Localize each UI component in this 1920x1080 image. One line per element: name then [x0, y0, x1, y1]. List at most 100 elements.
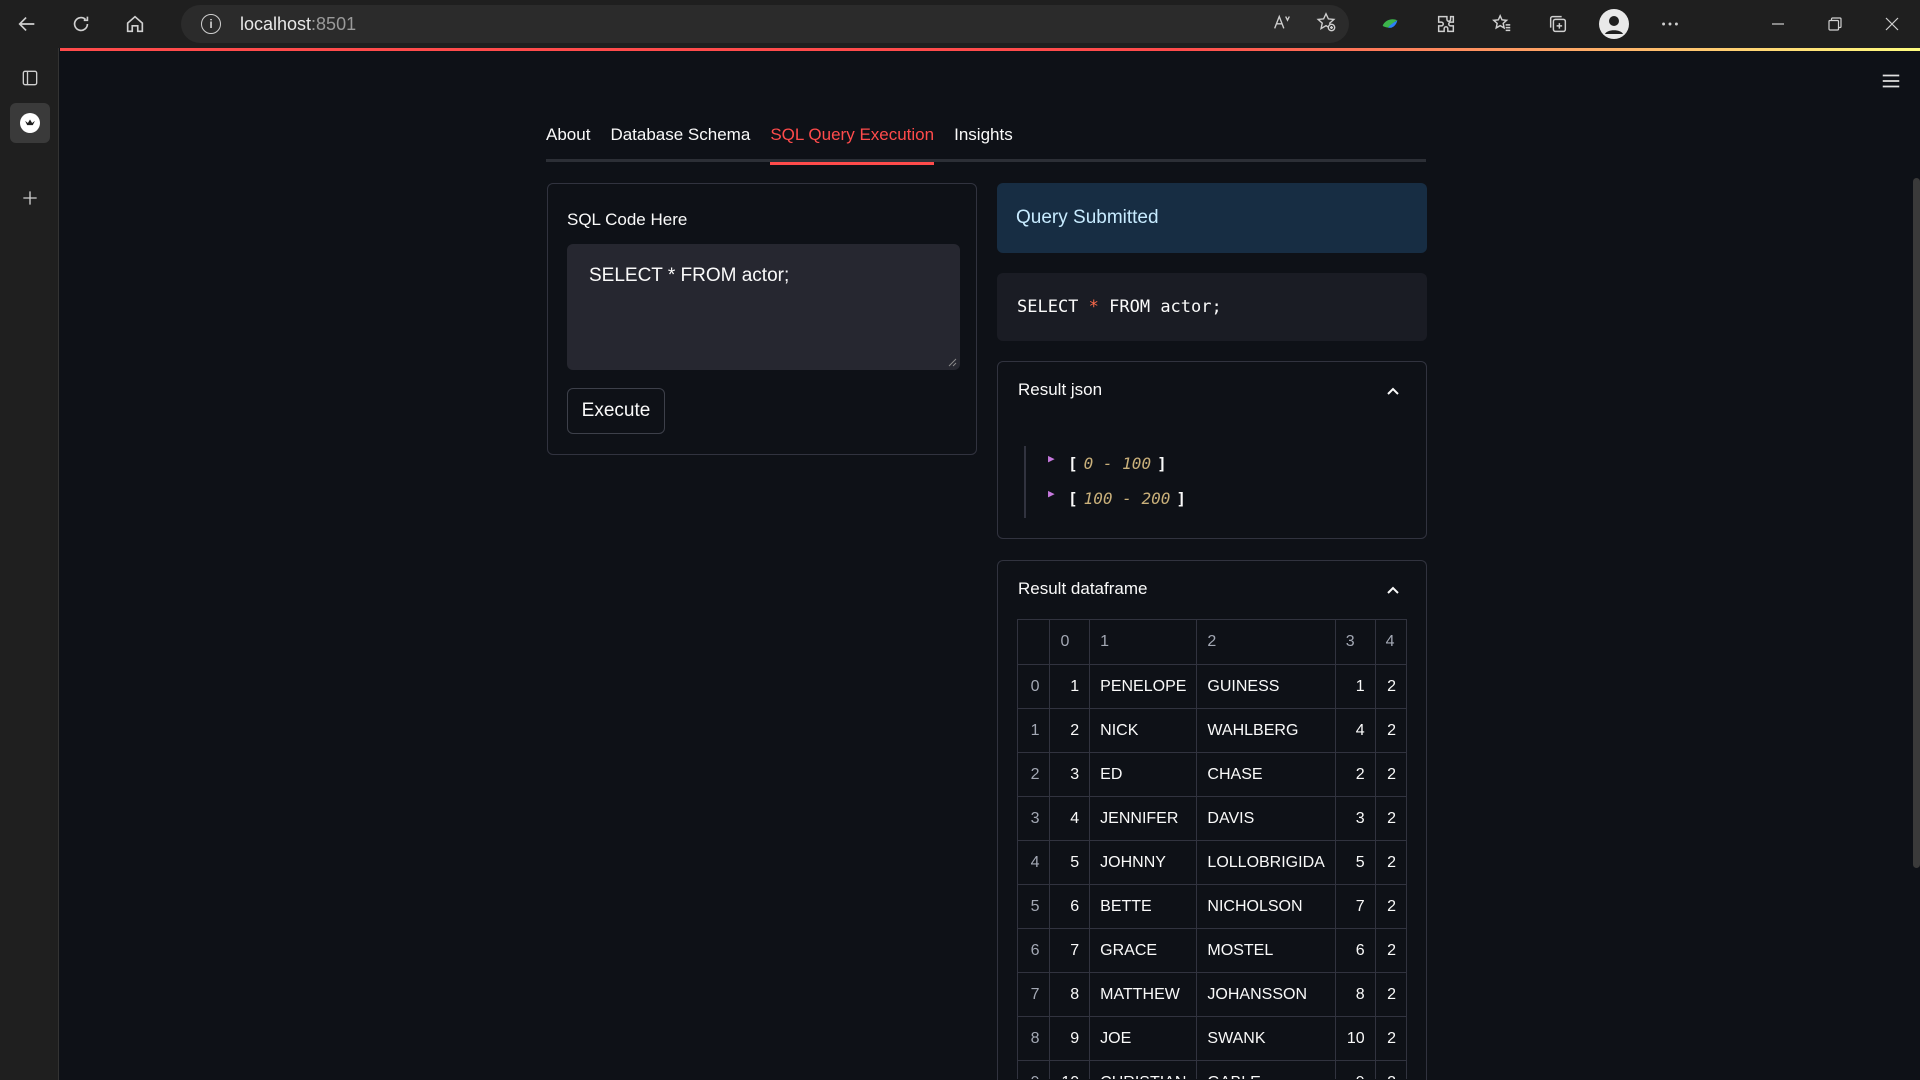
execute-button[interactable]: Execute: [567, 388, 665, 434]
resize-handle-icon[interactable]: [947, 357, 957, 367]
table-row[interactable]: 910CHRISTIANGABLE92: [1017, 1060, 1407, 1079]
table-cell[interactable]: 7: [1334, 884, 1376, 929]
table-row[interactable]: 4 5 JOHNNY LOLLOBRIGIDA 5 2: [1017, 840, 1407, 885]
table-cell[interactable]: 2: [1374, 752, 1407, 797]
table-cell[interactable]: 2: [1374, 708, 1407, 753]
table-cell[interactable]: NICK: [1089, 708, 1198, 753]
table-cell[interactable]: 2: [1374, 664, 1407, 709]
expand-caret-icon[interactable]: ▶: [1048, 452, 1060, 465]
tab-about[interactable]: About: [546, 120, 590, 162]
expand-caret-icon[interactable]: ▶: [1048, 487, 1060, 500]
table-cell[interactable]: 3: [1334, 796, 1376, 841]
restore-icon[interactable]: [1806, 0, 1863, 48]
result-json-title[interactable]: Result json: [1018, 380, 1102, 400]
table-cell[interactable]: NICHOLSON: [1196, 884, 1336, 929]
tab-sql-query-execution[interactable]: SQL Query Execution: [770, 120, 934, 165]
table-cell[interactable]: 2: [1374, 1060, 1407, 1079]
profile-avatar[interactable]: [1586, 0, 1642, 48]
site-info-icon[interactable]: i: [201, 14, 221, 34]
address-bar[interactable]: i localhost:8501: [181, 5, 1349, 43]
sql-textarea[interactable]: SELECT * FROM actor;: [567, 244, 960, 370]
table-cell[interactable]: ED: [1089, 752, 1198, 797]
table-cell[interactable]: 5: [1334, 840, 1376, 885]
table-row[interactable]: 1 2 NICK WAHLBERG 4 2: [1017, 708, 1407, 753]
table-cell[interactable]: 10: [1334, 1016, 1376, 1061]
table-cell[interactable]: PENELOPE: [1089, 664, 1198, 709]
table-cell[interactable]: DAVIS: [1196, 796, 1336, 841]
json-range-row[interactable]: ▶ [0 - 100]: [1048, 446, 1186, 481]
table-cell[interactable]: 2: [1374, 796, 1407, 841]
table-cell[interactable]: 2: [1049, 708, 1091, 753]
table-cell[interactable]: 2: [1334, 752, 1376, 797]
row-index-cell[interactable]: 5: [1017, 884, 1051, 929]
favorites-icon[interactable]: [1474, 0, 1530, 48]
column-header[interactable]: 1: [1089, 619, 1198, 665]
table-cell[interactable]: JOE: [1089, 1016, 1198, 1061]
tab-database-schema[interactable]: Database Schema: [610, 120, 750, 162]
back-icon[interactable]: [0, 0, 54, 48]
table-cell[interactable]: 2: [1374, 972, 1407, 1017]
column-header[interactable]: 2: [1196, 619, 1336, 665]
add-favorite-icon[interactable]: [1315, 11, 1337, 38]
table-row[interactable]: 7 8 MATTHEW JOHANSSON 8 2: [1017, 972, 1407, 1017]
table-cell[interactable]: 9: [1334, 1060, 1376, 1079]
more-options-icon[interactable]: [1642, 0, 1698, 48]
row-index-cell[interactable]: 9: [1017, 1060, 1051, 1079]
table-cell[interactable]: 2: [1374, 840, 1407, 885]
collections-icon[interactable]: [1530, 0, 1586, 48]
home-icon[interactable]: [108, 0, 162, 48]
table-cell[interactable]: 10: [1049, 1060, 1091, 1079]
json-range-row[interactable]: ▶ [100 - 200]: [1048, 481, 1186, 516]
table-row[interactable]: 3 4 JENNIFER DAVIS 3 2: [1017, 796, 1407, 841]
column-header[interactable]: 3: [1334, 619, 1376, 665]
row-index-cell[interactable]: 4: [1017, 840, 1051, 885]
browser-essentials-icon[interactable]: [1362, 0, 1418, 48]
table-cell[interactable]: SWANK: [1196, 1016, 1336, 1061]
table-cell[interactable]: 9: [1049, 1016, 1091, 1061]
table-cell[interactable]: MOSTEL: [1196, 928, 1336, 973]
table-cell[interactable]: GUINESS: [1196, 664, 1336, 709]
table-cell[interactable]: JOHANSSON: [1196, 972, 1336, 1017]
table-cell[interactable]: GRACE: [1089, 928, 1198, 973]
table-cell[interactable]: 2: [1374, 1016, 1407, 1061]
dataframe-viewport[interactable]: 01234 0 1 PENELOPE GUINESS 1 2 1 2 NICK WAHLBERG 4…: [1017, 619, 1407, 1079]
table-row[interactable]: 8 9 JOE SWANK 10 2: [1017, 1016, 1407, 1061]
table-cell[interactable]: JOHNNY: [1089, 840, 1198, 885]
table-cell[interactable]: 4: [1049, 796, 1091, 841]
refresh-icon[interactable]: [54, 0, 108, 48]
extensions-icon[interactable]: [1418, 0, 1474, 48]
row-index-cell[interactable]: 3: [1017, 796, 1051, 841]
minimize-icon[interactable]: [1749, 0, 1806, 48]
tab-actions-icon[interactable]: [0, 54, 59, 102]
table-cell[interactable]: JENNIFER: [1089, 796, 1198, 841]
table-cell[interactable]: 4: [1334, 708, 1376, 753]
table-cell[interactable]: 3: [1049, 752, 1091, 797]
table-row[interactable]: 0 1 PENELOPE GUINESS 1 2: [1017, 664, 1407, 709]
table-cell[interactable]: BETTE: [1089, 884, 1198, 929]
row-index-cell[interactable]: 1: [1017, 708, 1051, 753]
table-cell[interactable]: 2: [1374, 884, 1407, 929]
new-tab-icon[interactable]: [0, 174, 59, 222]
column-header[interactable]: [1017, 619, 1051, 665]
chevron-up-icon[interactable]: [1386, 583, 1400, 597]
table-cell[interactable]: CHRISTIAN: [1089, 1060, 1198, 1079]
tab-insights[interactable]: Insights: [954, 120, 1013, 162]
table-row[interactable]: 6 7 GRACE MOSTEL 6 2: [1017, 928, 1407, 973]
table-cell[interactable]: LOLLOBRIGIDA: [1196, 840, 1336, 885]
table-cell[interactable]: 1: [1049, 664, 1091, 709]
row-index-cell[interactable]: 0: [1017, 664, 1051, 709]
column-header[interactable]: 0: [1049, 619, 1091, 665]
result-dataframe-title[interactable]: Result dataframe: [1018, 579, 1147, 599]
table-cell[interactable]: 8: [1334, 972, 1376, 1017]
streamlit-tab-icon[interactable]: [10, 103, 50, 143]
column-header[interactable]: 4: [1374, 619, 1407, 665]
close-icon[interactable]: [1863, 0, 1920, 48]
chevron-up-icon[interactable]: [1386, 384, 1400, 398]
table-cell[interactable]: 6: [1049, 884, 1091, 929]
row-index-cell[interactable]: 7: [1017, 972, 1051, 1017]
row-index-cell[interactable]: 6: [1017, 928, 1051, 973]
table-cell[interactable]: 2: [1374, 928, 1407, 973]
row-index-cell[interactable]: 8: [1017, 1016, 1051, 1061]
table-cell[interactable]: CHASE: [1196, 752, 1336, 797]
table-cell[interactable]: 7: [1049, 928, 1091, 973]
